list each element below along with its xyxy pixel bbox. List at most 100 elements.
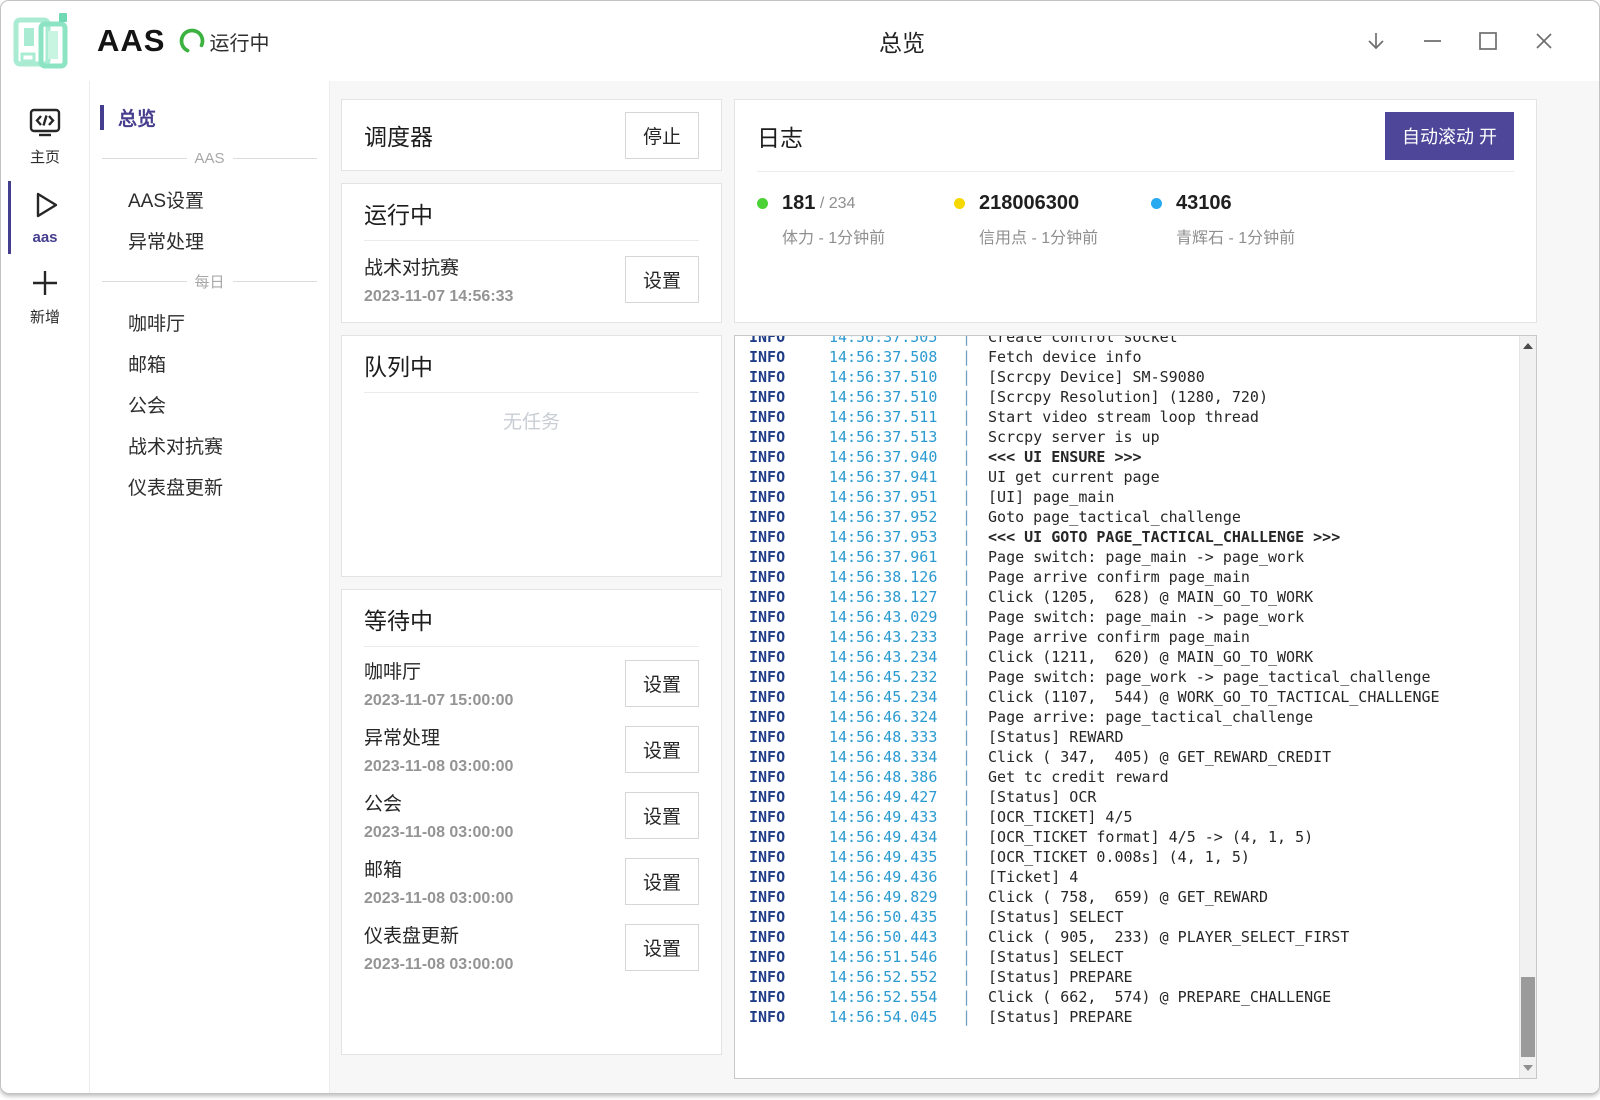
close-button[interactable] — [1531, 28, 1557, 54]
log-separator: | — [962, 448, 988, 466]
log-separator: | — [962, 388, 988, 406]
running-settings-button[interactable]: 设置 — [625, 256, 699, 303]
waiting-settings-button[interactable]: 设置 — [625, 924, 699, 971]
log-title: 日志 — [757, 119, 803, 153]
menu-item[interactable]: 仪表盘更新 — [90, 466, 329, 507]
play-icon — [27, 187, 63, 223]
log-row: INFO14:56:37.510|[Scrcpy Device] SM-S908… — [749, 367, 1519, 387]
log-message: Click ( 662, 574) @ PREPARE_CHALLENGE — [988, 988, 1331, 1006]
waiting-title: 等待中 — [364, 602, 433, 636]
log-timestamp: 14:56:37.511 — [829, 407, 962, 427]
log-row: INFO14:56:49.427|[Status] OCR — [749, 787, 1519, 807]
menu-item[interactable]: 战术对抗赛 — [90, 425, 329, 466]
menu-item-label: 咖啡厅 — [128, 309, 185, 336]
log-row: INFO14:56:48.333|[Status] REWARD — [749, 727, 1519, 747]
menu-item[interactable]: 异常处理 — [90, 220, 329, 261]
log-level: INFO — [749, 527, 829, 547]
log-message: [OCR_TICKET 0.008s] (4, 1, 5) — [988, 848, 1250, 866]
queue-empty-text: 无任务 — [364, 407, 699, 434]
scroll-up-button[interactable] — [1520, 338, 1536, 354]
waiting-task-row: 咖啡厅 2023-11-07 15:00:00 设置 — [364, 647, 699, 713]
log-separator: | — [962, 548, 988, 566]
log-row: INFO14:56:37.510|[Scrcpy Resolution] (12… — [749, 387, 1519, 407]
waiting-settings-button[interactable]: 设置 — [625, 858, 699, 905]
log-timestamp: 14:56:37.951 — [829, 487, 962, 507]
log-timestamp: 14:56:45.234 — [829, 687, 962, 707]
log-timestamp: 14:56:49.433 — [829, 807, 962, 827]
log-row: INFO14:56:49.435|[OCR_TICKET 0.008s] (4,… — [749, 847, 1519, 867]
rail-item-aas[interactable]: aas — [1, 178, 89, 257]
menu-item[interactable]: 咖啡厅 — [90, 302, 329, 343]
log-timestamp: 14:56:37.940 — [829, 447, 962, 467]
maximize-button[interactable] — [1475, 28, 1501, 54]
menu-item-label: AAS设置 — [128, 186, 204, 213]
minimize-to-tray-button[interactable] — [1363, 28, 1389, 54]
rail-item-new[interactable]: 新增 — [1, 257, 89, 338]
log-message: Get tc credit reward — [988, 768, 1169, 786]
log-separator: | — [962, 908, 988, 926]
minimize-icon — [1420, 29, 1444, 53]
log-separator: | — [962, 588, 988, 606]
arrow-down-icon — [1364, 29, 1388, 53]
log-row: INFO14:56:38.127|Click (1205, 628) @ MAI… — [749, 587, 1519, 607]
log-separator: | — [962, 688, 988, 706]
log-message: Goto page_tactical_challenge — [988, 508, 1241, 526]
log-scroll-area[interactable]: INFO14:56:37.505|Create control socketIN… — [735, 336, 1519, 1078]
log-message: Page switch: page_main -> page_work — [988, 548, 1304, 566]
stat-item: 43106 青辉石 - 1分钟前 — [1151, 192, 1348, 248]
log-timestamp: 14:56:54.045 — [829, 1007, 962, 1027]
log-timestamp: 14:56:52.552 — [829, 967, 962, 987]
log-row: INFO14:56:49.829|Click ( 758, 659) @ GET… — [749, 887, 1519, 907]
log-level: INFO — [749, 347, 829, 367]
minimize-button[interactable] — [1419, 28, 1445, 54]
scroll-down-button[interactable] — [1520, 1060, 1536, 1076]
log-timestamp: 14:56:46.324 — [829, 707, 962, 727]
log-message: [Status] OCR — [988, 788, 1096, 806]
log-row: INFO14:56:52.554|Click ( 662, 574) @ PRE… — [749, 987, 1519, 1007]
log-level: INFO — [749, 667, 829, 687]
log-row: INFO14:56:37.952|Goto page_tactical_chal… — [749, 507, 1519, 527]
menu-item[interactable]: 公会 — [90, 384, 329, 425]
log-message: Page arrive confirm page_main — [988, 568, 1250, 586]
log-level: INFO — [749, 827, 829, 847]
log-level: INFO — [749, 647, 829, 667]
menu-item[interactable]: 总览 — [90, 97, 329, 138]
log-row: INFO14:56:37.940|<<< UI ENSURE >>> — [749, 447, 1519, 467]
log-level: INFO — [749, 607, 829, 627]
log-row: INFO14:56:37.941|UI get current page — [749, 467, 1519, 487]
app-title: AAS — [97, 23, 165, 59]
scrollbar-thumb[interactable] — [1521, 977, 1535, 1057]
scheduler-card: 调度器 停止 — [341, 99, 722, 171]
waiting-settings-button[interactable]: 设置 — [625, 792, 699, 839]
stop-button[interactable]: 停止 — [625, 112, 699, 159]
log-level: INFO — [749, 947, 829, 967]
log-separator: | — [962, 988, 988, 1006]
log-row: INFO14:56:37.951|[UI] page_main — [749, 487, 1519, 507]
waiting-task-time: 2023-11-08 03:00:00 — [364, 956, 513, 974]
plus-icon — [28, 266, 62, 300]
log-separator: | — [962, 928, 988, 946]
log-level: INFO — [749, 867, 829, 887]
waiting-settings-button[interactable]: 设置 — [625, 660, 699, 707]
log-separator: | — [962, 808, 988, 826]
log-row: INFO14:56:43.233|Page arrive confirm pag… — [749, 627, 1519, 647]
menu-item[interactable]: AAS设置 — [90, 179, 329, 220]
rail-item-home[interactable]: 主页 — [1, 97, 89, 178]
running-card: 运行中 战术对抗赛 2023-11-07 14:56:33 设置 — [341, 183, 722, 323]
running-task-row: 战术对抗赛 2023-11-07 14:56:33 设置 — [364, 241, 699, 312]
log-row: INFO14:56:49.434|[OCR_TICKET format] 4/5… — [749, 827, 1519, 847]
log-scrollbar[interactable] — [1519, 336, 1536, 1078]
waiting-task-time: 2023-11-07 15:00:00 — [364, 692, 513, 710]
waiting-settings-button[interactable]: 设置 — [625, 726, 699, 773]
waiting-task-name: 异常处理 — [364, 723, 513, 750]
log-message: Start video stream loop thread — [988, 408, 1259, 426]
stat-total: / 234 — [815, 195, 855, 213]
log-message: UI get current page — [988, 468, 1160, 486]
autoscroll-toggle-button[interactable]: 自动滚动 开 — [1385, 112, 1514, 160]
log-message: [Status] REWARD — [988, 728, 1123, 746]
waiting-task-row: 异常处理 2023-11-08 03:00:00 设置 — [364, 713, 699, 779]
log-row: INFO14:56:37.953|<<< UI GOTO PAGE_TACTIC… — [749, 527, 1519, 547]
stat-item: 218006300 信用点 - 1分钟前 — [954, 192, 1151, 248]
log-message: <<< UI GOTO PAGE_TACTICAL_CHALLENGE >>> — [988, 528, 1340, 546]
menu-item[interactable]: 邮箱 — [90, 343, 329, 384]
